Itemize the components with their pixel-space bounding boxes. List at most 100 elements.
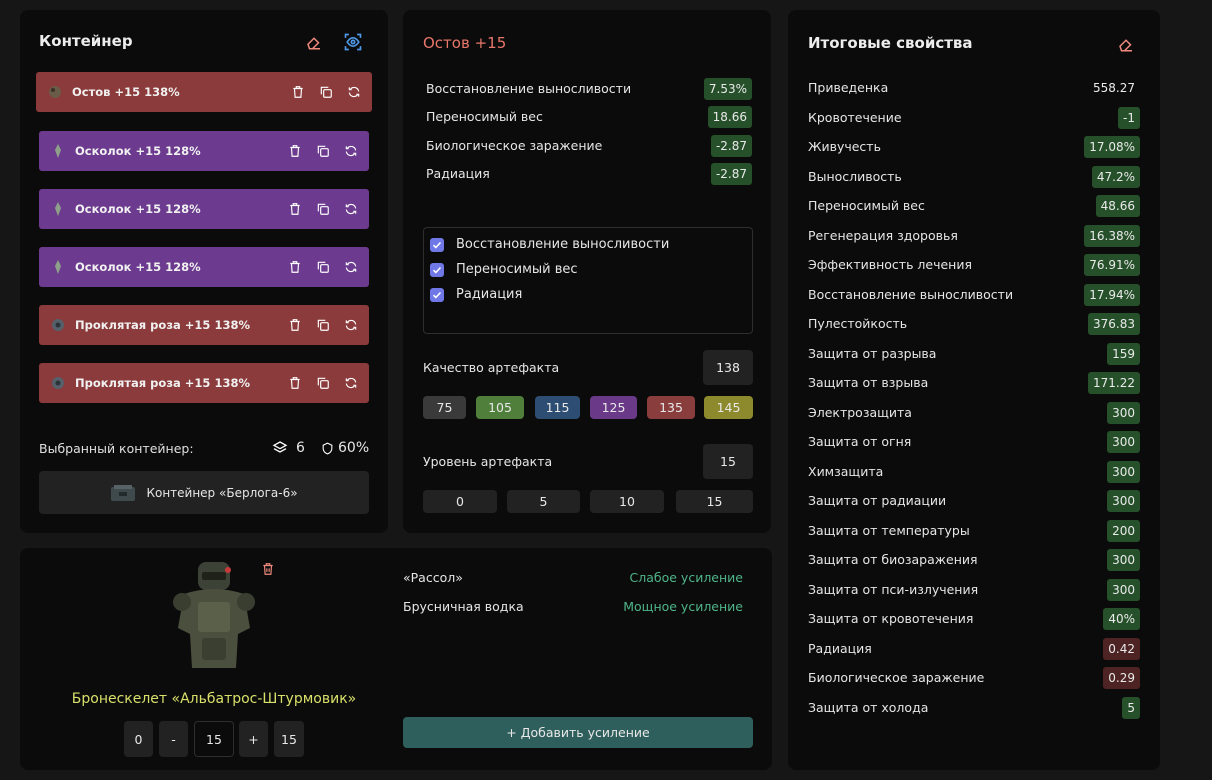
eye-scan-icon[interactable] <box>342 31 364 53</box>
upgrade-min-button[interactable]: 0 <box>124 721 153 757</box>
total-stat-row: Эффективность лечения 76.91% <box>808 253 1140 277</box>
artifact-stat-row: Переносимый вес 18.66 <box>423 105 755 129</box>
total-stat-value-badge: 0.42 <box>1103 637 1140 660</box>
refresh-icon[interactable] <box>343 143 359 159</box>
total-stat-label: Защита от радиации <box>808 493 947 508</box>
total-stat-label: Живучесть <box>808 139 881 154</box>
checkbox-checked-icon[interactable] <box>430 262 444 277</box>
stat-label: Восстановление выносливости <box>426 81 632 96</box>
stat-label: Переносимый вес <box>426 109 543 124</box>
quality-preset-button[interactable]: 145 <box>704 396 753 419</box>
artifact-quality: 138% <box>214 318 250 332</box>
artifact-item[interactable]: Проклятая роза +15 138% <box>39 305 369 345</box>
eraser-icon[interactable] <box>1116 34 1136 54</box>
refresh-icon[interactable] <box>343 259 359 275</box>
checkbox-checked-icon[interactable] <box>430 287 444 302</box>
refresh-icon[interactable] <box>343 375 359 391</box>
total-stat-value-badge: 171.22 <box>1088 372 1140 394</box>
upgrade-decrement-button[interactable]: - <box>159 721 188 757</box>
copy-icon[interactable] <box>315 143 331 159</box>
stat-label: Радиация <box>426 166 490 181</box>
artifact-item[interactable]: Осколок +15 128% <box>39 247 369 287</box>
artifact-level: +15 <box>184 318 211 332</box>
level-input[interactable]: 15 <box>703 444 753 479</box>
total-stat-value-badge: 159 <box>1107 342 1140 365</box>
container-case-icon <box>110 484 136 502</box>
total-stat-label: Пулестойкость <box>808 316 908 331</box>
total-stat-label: Выносливость <box>808 168 902 184</box>
trash-icon[interactable] <box>290 84 306 100</box>
artifact-name: Осколок <box>75 260 132 274</box>
artifact-panel: Остов +15 Восстановление выносливости 7.… <box>403 10 771 533</box>
refresh-icon[interactable] <box>346 84 362 100</box>
total-stat-value-badge: 376.83 <box>1088 313 1140 335</box>
quality-preset-button[interactable]: 75 <box>423 396 466 419</box>
artifact-level: +15 <box>135 202 162 216</box>
copy-icon[interactable] <box>315 259 331 275</box>
artifact-name: Осколок <box>75 202 132 216</box>
trash-icon[interactable] <box>287 375 303 391</box>
container-select-button[interactable]: Контейнер «Берлога-6» <box>39 471 369 514</box>
artifact-item[interactable]: Осколок +15 128% <box>39 189 369 229</box>
total-stat-value-badge: 558.27 <box>1093 81 1135 95</box>
total-stat-value-badge: 0.29 <box>1103 667 1140 689</box>
artifact-quality: 138% <box>144 85 180 99</box>
stat-filter-box: Восстановление выносливости Переносимый … <box>423 227 753 334</box>
total-stat-row: Регенерация здоровья 16.38% <box>808 224 1140 248</box>
add-boost-button[interactable]: + Добавить усиление <box>403 717 753 748</box>
quality-preset-button[interactable]: 135 <box>647 396 695 419</box>
artifact-item[interactable]: Осколок +15 128% <box>39 131 369 171</box>
artifact-item[interactable]: Проклятая роза +15 138% <box>39 363 369 403</box>
quality-preset-button[interactable]: 115 <box>535 396 580 419</box>
artifact-thumbnail-icon <box>49 142 67 160</box>
stat-value-badge: -2.87 <box>710 163 752 185</box>
refresh-icon[interactable] <box>343 201 359 217</box>
artifact-item[interactable]: Остов +15 138% <box>36 72 372 112</box>
quality-input[interactable]: 138 <box>703 350 753 385</box>
quality-label: Качество артефакта <box>423 360 560 375</box>
level-preset-button[interactable]: 0 <box>423 490 497 513</box>
stat-checkbox-row[interactable]: Радиация <box>430 287 522 302</box>
artifact-quality: 128% <box>165 144 201 158</box>
copy-icon[interactable] <box>318 84 334 100</box>
quality-preset-button[interactable]: 125 <box>590 396 637 419</box>
checkbox-checked-icon[interactable] <box>430 237 444 252</box>
eraser-icon[interactable] <box>304 32 324 52</box>
artifact-thumbnail-icon <box>49 258 67 276</box>
upgrade-increment-button[interactable]: + <box>239 721 268 757</box>
total-stat-label: Биологическое заражение <box>808 670 985 685</box>
boost-row: Брусничная водка Мощное усиление <box>403 599 743 619</box>
level-preset-button[interactable]: 15 <box>676 490 753 513</box>
artifact-stat-row: Радиация -2.87 <box>423 162 755 186</box>
trash-icon[interactable] <box>287 259 303 275</box>
quality-preset-button[interactable]: 105 <box>476 396 524 419</box>
copy-icon[interactable] <box>315 375 331 391</box>
upgrade-level-input[interactable]: 15 <box>194 721 234 757</box>
refresh-icon[interactable] <box>343 317 359 333</box>
trash-icon[interactable] <box>260 560 276 578</box>
trash-icon[interactable] <box>287 317 303 333</box>
total-stat-row: Радиация 0.42 <box>808 637 1140 661</box>
level-preset-button[interactable]: 10 <box>590 490 664 513</box>
total-stat-value-badge: 16.38% <box>1084 224 1140 247</box>
total-stat-row: Переносимый вес 48.66 <box>808 194 1140 218</box>
total-stat-row: Защита от кровотечения 40% <box>808 607 1140 631</box>
artifact-quality: 128% <box>165 202 201 216</box>
total-stat-label: Электрозащита <box>808 404 912 420</box>
upgrade-max-button[interactable]: 15 <box>274 721 304 757</box>
copy-icon[interactable] <box>315 317 331 333</box>
total-stat-value-badge: 40% <box>1103 608 1140 630</box>
total-stat-row: Защита от разрыва 159 <box>808 342 1140 366</box>
checkbox-label: Восстановление выносливости <box>456 237 670 252</box>
copy-icon[interactable] <box>315 201 331 217</box>
total-stat-value-badge: 48.66 <box>1095 195 1140 217</box>
total-stat-row: Защита от радиации 300 <box>808 489 1140 513</box>
trash-icon[interactable] <box>287 143 303 159</box>
stat-checkbox-row[interactable]: Восстановление выносливости <box>430 237 669 252</box>
total-stat-value-badge: 300 <box>1107 401 1140 424</box>
total-stat-label: Регенерация здоровья <box>808 227 958 243</box>
total-stat-label: Защита от пси-излучения <box>808 581 979 597</box>
level-preset-button[interactable]: 5 <box>507 490 580 513</box>
trash-icon[interactable] <box>287 201 303 217</box>
stat-checkbox-row[interactable]: Переносимый вес <box>430 262 578 277</box>
